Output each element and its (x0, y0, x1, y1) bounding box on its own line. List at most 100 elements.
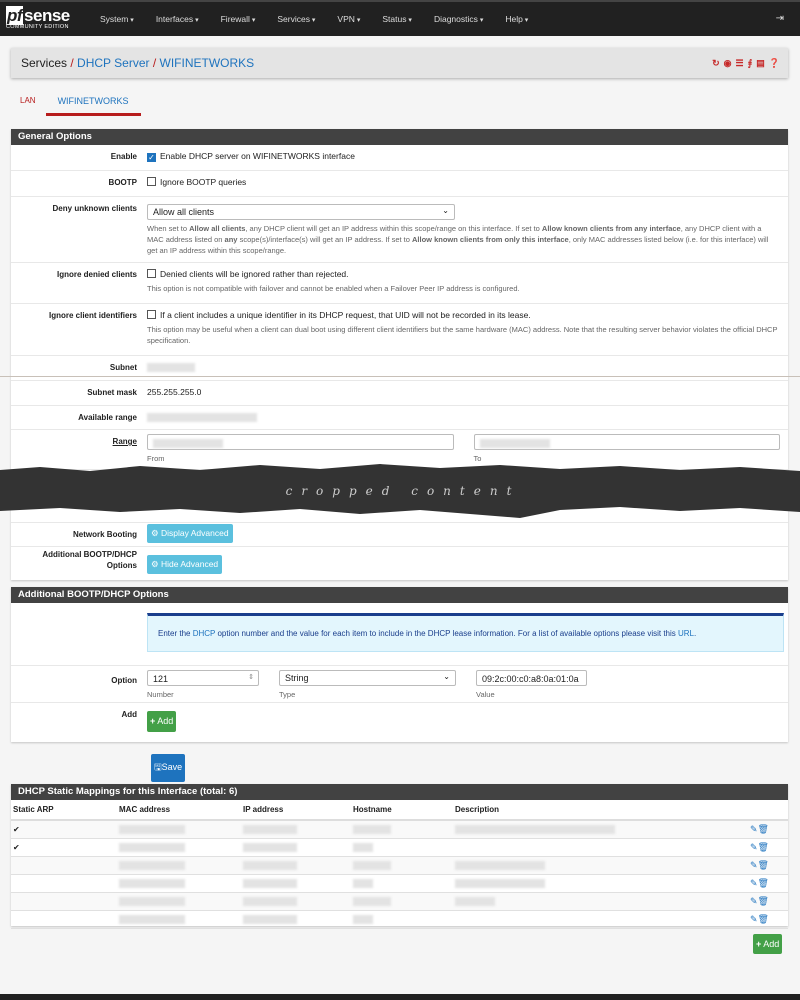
enable-text: Enable DHCP server on WIFINETWORKS inter… (160, 151, 355, 161)
delete-icon[interactable]: 🗑 (758, 824, 769, 834)
pfsense-logo[interactable]: pf sense COMMUNITY EDITION (6, 6, 70, 30)
delete-icon[interactable]: 🗑 (758, 914, 769, 924)
save-button[interactable]: 🖫Save (151, 754, 186, 782)
description-cell-redacted (453, 892, 748, 911)
option-value-input[interactable]: 09:2c:00:c0:a8:0a:01:0a (476, 670, 587, 686)
option-type-select[interactable]: String (279, 670, 456, 686)
col-ip: IP address (241, 800, 351, 821)
bootp-checkbox[interactable] (147, 177, 156, 186)
settings-icon[interactable]: ☰ (735, 58, 743, 69)
add-option-button[interactable]: + Add (147, 711, 177, 732)
table-row: ✔ ✎🗑 (11, 838, 788, 857)
edit-icon[interactable]: ✎ (750, 914, 758, 924)
edit-icon[interactable]: ✎ (750, 878, 758, 888)
range-from-input[interactable] (147, 434, 454, 450)
dhcp-link[interactable]: DHCP (193, 629, 216, 638)
edit-icon[interactable]: ✎ (750, 842, 758, 852)
delete-icon[interactable]: 🗑 (758, 878, 769, 888)
bootp-label: BOOTP (108, 178, 137, 187)
hostname-cell-redacted (351, 820, 453, 839)
interface-tabs: LAN WIFINETWORKS (20, 96, 151, 116)
delete-icon[interactable]: 🗑 (758, 896, 769, 906)
menu-interfaces[interactable]: Interfaces (156, 14, 199, 24)
hostname-cell-redacted (351, 910, 453, 929)
col-static-arp: Static ARP (11, 800, 117, 821)
static-arp-cell (11, 910, 117, 929)
add-label: Add (121, 710, 137, 719)
static-arp-cell: ✔ (11, 838, 117, 857)
deny-unknown-select[interactable]: Allow all clients (147, 204, 455, 220)
ip-cell-redacted (241, 820, 351, 839)
panel-title: DHCP Static Mappings for this Interface … (11, 784, 788, 800)
hostname-cell-redacted (351, 838, 453, 857)
table-row: ✔ ✎🗑 (11, 820, 788, 839)
ignore-denied-checkbox[interactable] (147, 269, 156, 278)
help-icon[interactable]: ❓ (769, 58, 780, 69)
col-mac: MAC address (117, 800, 241, 821)
edit-icon[interactable]: ✎ (750, 824, 758, 834)
url-link[interactable]: URL (678, 629, 694, 638)
graph-icon[interactable]: ⨎ (748, 58, 753, 69)
table-row: ✎🗑 (11, 910, 788, 929)
info-box: Enter the DHCP option number and the val… (147, 613, 784, 652)
range-to-input[interactable] (473, 434, 780, 450)
hostname-cell-redacted (351, 856, 453, 875)
main-menu: System Interfaces Firewall Services VPN … (100, 14, 550, 24)
tab-wifinetworks[interactable]: WIFINETWORKS (45, 96, 141, 116)
description-cell-redacted (453, 856, 748, 875)
ignore-denied-label: Ignore denied clients (56, 270, 137, 279)
display-advanced-button[interactable]: ⚙ Display Advanced (147, 524, 233, 543)
mac-cell-redacted (117, 838, 241, 857)
panel-title: General Options (11, 129, 788, 145)
delete-icon[interactable]: 🗑 (758, 842, 769, 852)
description-cell-redacted (453, 910, 748, 929)
logout-icon[interactable]: ⇥ (776, 13, 784, 24)
edit-icon[interactable]: ✎ (750, 860, 758, 870)
description-cell-redacted (453, 838, 748, 857)
hide-advanced-button[interactable]: ⚙ Hide Advanced (147, 555, 223, 574)
static-arp-cell: ✔ (11, 820, 117, 839)
delete-icon[interactable]: 🗑 (758, 860, 769, 870)
menu-services[interactable]: Services (277, 14, 315, 24)
enable-label: Enable (110, 152, 137, 161)
ignore-denied-help: This option is not compatible with failo… (147, 284, 520, 293)
menu-firewall[interactable]: Firewall (221, 14, 256, 24)
log-icon[interactable]: ▤ (756, 58, 765, 69)
menu-diagnostics[interactable]: Diagnostics (434, 14, 483, 24)
available-range-label: Available range (78, 413, 137, 422)
bootp-text: Ignore BOOTP queries (160, 177, 247, 187)
ip-cell-redacted (241, 856, 351, 875)
edit-icon[interactable]: ✎ (750, 896, 758, 906)
static-arp-cell (11, 874, 117, 893)
breadcrumb-dhcp-server[interactable]: DHCP Server (77, 56, 149, 70)
crop-line (0, 376, 800, 377)
deny-help: When set to Allow all clients, any DHCP … (147, 224, 769, 255)
ip-cell-redacted (241, 838, 351, 857)
ip-cell-redacted (241, 874, 351, 893)
ip-cell-redacted (241, 892, 351, 911)
tab-lan[interactable]: LAN (20, 96, 36, 106)
restart-service-icon[interactable]: ↻ (712, 58, 720, 69)
enable-checkbox[interactable]: ✓ (147, 153, 156, 162)
add-mapping-button[interactable]: + Add (753, 934, 783, 954)
static-arp-cell (11, 856, 117, 875)
ignore-uid-checkbox[interactable] (147, 310, 156, 319)
ignore-uid-text: If a client includes a unique identifier… (160, 310, 531, 320)
menu-help[interactable]: Help (505, 14, 528, 24)
panel-title: Additional BOOTP/DHCP Options (11, 587, 788, 603)
stop-service-icon[interactable]: ◉ (724, 58, 732, 69)
description-cell-redacted (453, 820, 748, 839)
available-range-redacted (147, 413, 257, 423)
ignore-uid-label: Ignore client identifiers (48, 311, 137, 320)
col-description: Description (453, 800, 748, 821)
menu-status[interactable]: Status (382, 14, 412, 24)
menu-system[interactable]: System (100, 14, 134, 24)
ignore-uid-help: This option may be useful when a client … (147, 325, 778, 345)
additional-options-label: Additional BOOTP/DHCP Options (42, 550, 137, 570)
bootp-options-panel: Additional BOOTP/DHCP Options Enter the … (11, 587, 788, 742)
breadcrumb-wifinetworks[interactable]: WIFINETWORKS (160, 56, 255, 70)
static-mappings-panel: DHCP Static Mappings for this Interface … (11, 784, 788, 929)
col-hostname: Hostname (351, 800, 453, 821)
menu-vpn[interactable]: VPN (337, 14, 360, 24)
option-number-input[interactable]: 121 ⇕ (147, 670, 259, 686)
